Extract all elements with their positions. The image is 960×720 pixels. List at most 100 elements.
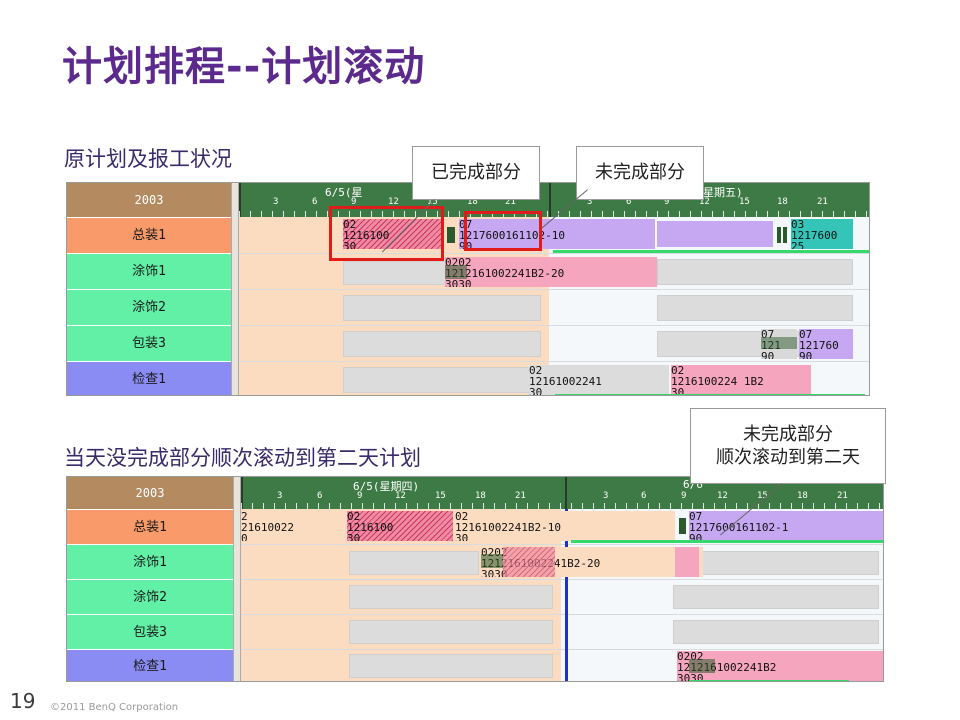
progress-line [555,394,865,395]
task-bar-coating[interactable]: 0202 1212161002241B2-20 3030 [445,257,657,287]
capacity-slot [349,585,553,609]
progress-line [571,540,883,543]
task-marker [689,659,715,673]
task-qty: 30 [347,532,361,541]
row-divider [239,325,869,326]
capacity-slot [673,620,879,644]
task-id: 1216100224 1B2 [671,375,764,388]
day-label-1: 6/5(星 [325,186,363,199]
callout-uncompleted: 未完成部分 [576,146,704,200]
capacity-slot [349,620,553,644]
hour-tick: 12 [717,491,728,501]
day-label-1: 6/5(星期四) [353,480,420,493]
task-qty: 3030 [445,278,472,287]
task-pink-segment [675,547,699,577]
section-label-original-plan: 原计划及报工状况 [64,147,232,171]
row-divider [241,649,883,650]
task-marker [447,227,455,243]
hour-tick: 9 [681,491,687,501]
row-label-coating1: 涂饰1 [67,253,231,289]
task-qty: 90 [799,350,813,359]
task-hatch [503,547,555,577]
task-marker [783,227,787,243]
slide: 计划排程--计划滚动 原计划及报工状况 2003 总装1 涂饰1 涂饰2 包装3… [0,0,960,720]
callout-rolled: 未完成部分 顺次滚动到第二天 [690,408,886,484]
hour-tick: 3 [603,491,609,501]
row-label-packing3: 包装3 [67,614,233,649]
callout-completed: 已完成部分 [412,146,540,200]
hour-tick: 21 [515,491,526,501]
capacity-slot [343,367,541,393]
row-label-assembly: 总装1 [67,509,233,544]
hour-tick: 15 [435,491,446,501]
task-id: 12161002241B2-10 [455,521,561,534]
page-number: 19 [10,689,36,713]
capacity-slot [349,551,479,575]
task-bar-rolled-from-prev[interactable]: 02 12161002241B2-10 30 [455,511,675,541]
year-header: 2003 [67,183,231,217]
task-bar-completed[interactable]: 02 1216100 30 [347,511,453,541]
capacity-slot [349,654,553,678]
task-bar-prev[interactable]: 2 21610022 0 [241,511,345,541]
hour-tick: 18 [475,491,486,501]
section-label-rolled-plan: 当天没完成部分顺次滚动到第二天计划 [64,446,421,470]
hour-tick: 12 [395,491,406,501]
hour-tick: 18 [777,197,788,207]
row-divider [241,579,883,580]
capacity-slot [343,331,541,357]
task-bar-inspection-b[interactable]: 02 1216100224 1B2 30 [671,365,811,395]
task-bar-rolled[interactable]: 07 1217600161102-1 90 [689,511,883,541]
capacity-slot [673,551,879,575]
row-label-coating2: 涂饰2 [67,579,233,614]
capacity-slot [343,295,541,321]
task-qty: 25 [791,240,805,249]
hour-tick: 21 [817,197,828,207]
hour-tick: 3 [273,197,279,207]
hour-tick: 15 [739,197,750,207]
copyright: ©2011 BenQ Corporation [50,702,179,713]
row-divider [239,289,869,290]
task-bar-packing-b[interactable]: 07 121760 90 [799,329,853,359]
gantt-body: 2 21610022 0 02 1216100 30 02 1216100224… [241,509,883,681]
task-id: 1216100 [347,521,394,534]
task-id: 1212161002241B2-20 [445,267,565,280]
task-marker [777,227,781,243]
slide-title: 计划排程--计划滚动 [62,44,426,90]
hour-tick: 6 [641,491,647,501]
task-marker [481,554,503,568]
hour-tick: 6 [317,491,323,501]
year-header: 2003 [67,477,233,509]
callout-line-2: 顺次滚动到第二天 [716,447,860,468]
column-separator[interactable] [231,183,239,395]
capacity-slot [673,585,879,609]
task-marker [761,337,797,349]
progress-line [553,250,869,253]
hour-tick: 9 [357,491,363,501]
task-marker [445,265,467,279]
row-divider [239,361,869,362]
progress-line [689,680,849,681]
task-id: 1217600161102-1 [689,521,789,534]
row-label-inspection1: 检查1 [67,649,233,681]
hour-tick: 3 [277,491,283,501]
row-divider [241,614,883,615]
hour-tick: 21 [837,491,848,501]
row-label-coating1: 涂饰1 [67,544,233,579]
row-label-inspection1: 检查1 [67,361,231,395]
capacity-slot [657,259,853,285]
row-label-assembly: 总装1 [67,217,231,253]
row-label-packing3: 包装3 [67,325,231,361]
task-bar-continuation[interactable] [657,221,773,247]
task-bar-inspection-a[interactable]: 02 12161002241 30 [529,365,669,395]
hour-tick: 18 [797,491,808,501]
task-bar-next[interactable]: 03 1217600 25 [791,219,853,249]
row-label-coating2: 涂饰2 [67,289,231,325]
task-qty: 90 [761,350,775,359]
gantt-chart-rolled: 2003 总装1 涂饰1 涂饰2 包装3 检查1 6/5(星期四) 6/6 3 … [66,476,884,682]
task-id: 21610022 [241,521,294,534]
column-separator[interactable] [233,477,241,681]
highlight-uncompleted [464,211,542,251]
task-marker [679,518,686,534]
callout-line-1: 未完成部分 [743,424,833,445]
hour-tick: 6 [312,197,318,207]
